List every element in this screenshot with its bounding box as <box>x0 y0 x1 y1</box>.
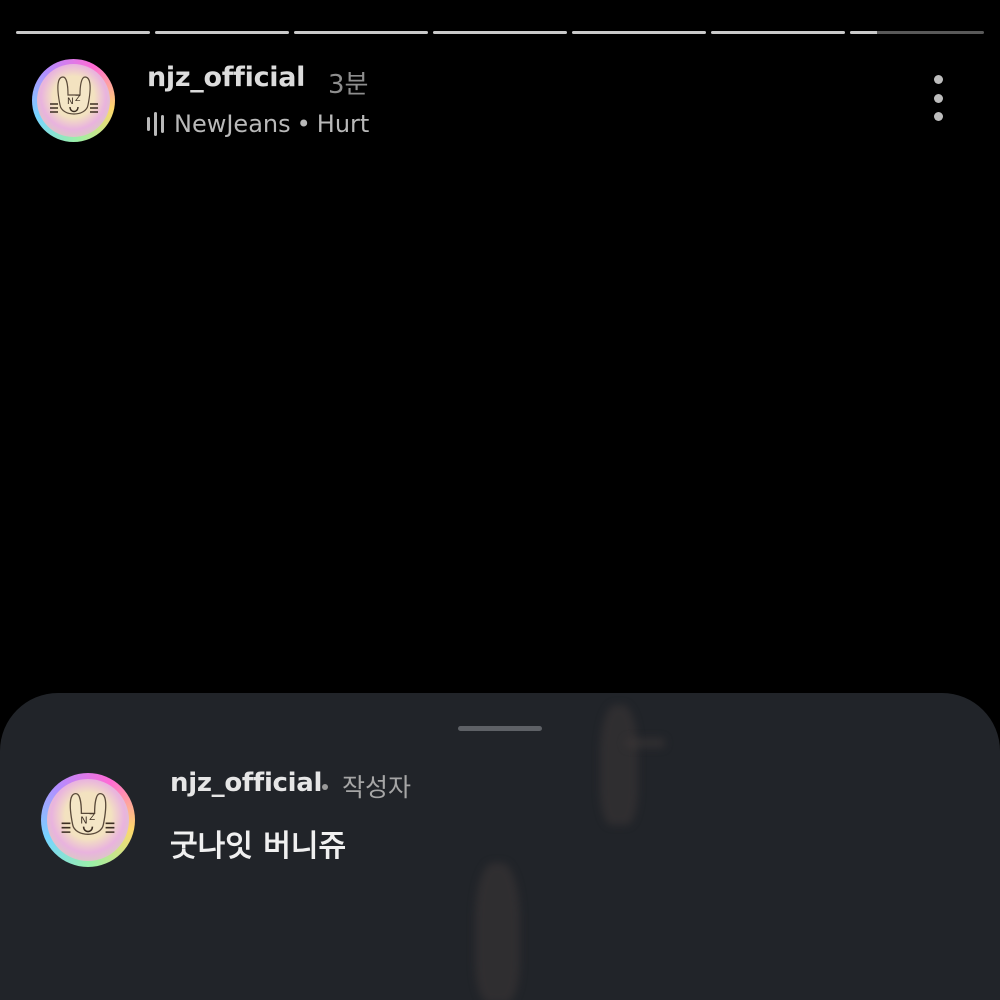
background-figure <box>475 863 520 1000</box>
story-progress-bar <box>16 31 984 34</box>
comment-avatar[interactable]: N Z <box>41 773 135 867</box>
comment-text: 굿나잇 버니쥬 <box>170 829 347 864</box>
svg-text:N: N <box>67 97 74 107</box>
story-progress-segment <box>433 31 567 34</box>
music-separator: • <box>296 110 311 138</box>
story-progress-segment <box>16 31 150 34</box>
avatar[interactable]: N Z <box>32 59 115 142</box>
svg-text:Z: Z <box>75 94 81 103</box>
svg-text:Z: Z <box>89 813 95 823</box>
more-vertical-icon[interactable] <box>926 75 950 121</box>
background-figure <box>625 738 665 748</box>
music-track: Hurt <box>316 110 370 138</box>
story-username[interactable]: njz_official <box>147 62 305 93</box>
bunny-logo-icon: N Z <box>61 792 115 835</box>
story-progress-segment <box>572 31 706 34</box>
music-attribution[interactable]: NewJeans • Hurt <box>147 110 369 138</box>
music-artist: NewJeans <box>174 110 291 138</box>
bunny-logo-icon: N Z <box>49 75 98 115</box>
sheet-drag-handle[interactable] <box>458 726 542 731</box>
background-figure <box>600 705 638 825</box>
story-timestamp: 3분 <box>328 70 369 100</box>
svg-text:N: N <box>80 815 87 826</box>
comment-username[interactable]: njz_official <box>170 768 322 798</box>
story-progress-segment <box>155 31 289 34</box>
story-progress-segment <box>711 31 845 34</box>
author-badge: 작성자 <box>342 773 412 802</box>
separator-dot <box>322 784 328 790</box>
story-progress-segment <box>294 31 428 34</box>
story-progress-segment <box>850 31 984 34</box>
comment-sheet[interactable]: N Z njz_official 작성자 굿나잇 버니쥬 <box>0 693 1000 1000</box>
audio-bars-icon <box>147 112 164 136</box>
